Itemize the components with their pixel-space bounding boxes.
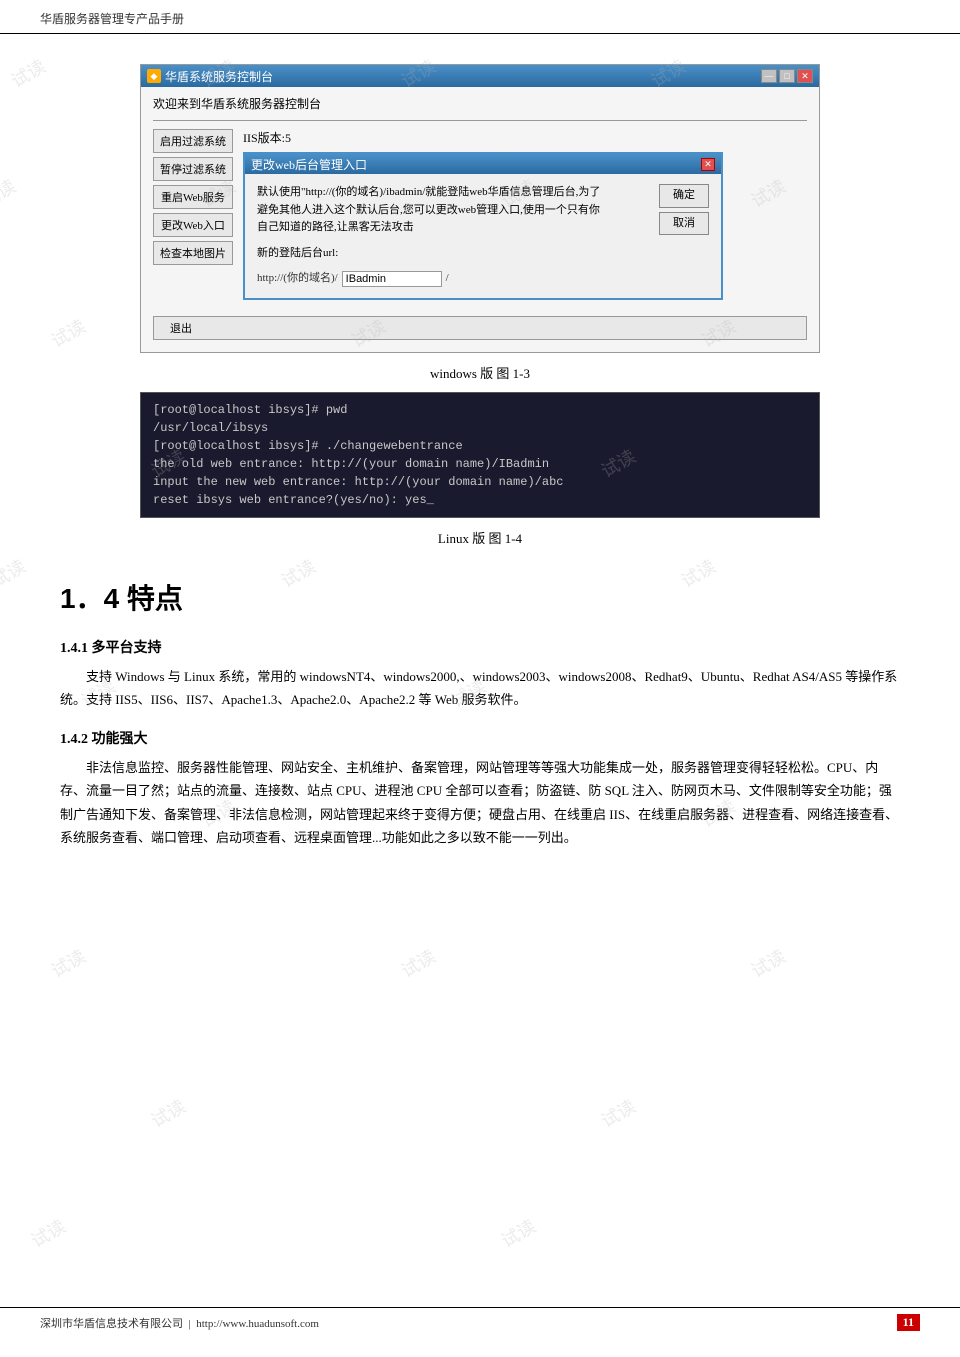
win-separator: [153, 120, 807, 121]
restart-web-btn[interactable]: 重启Web服务: [153, 185, 233, 209]
footer-company-name: 深圳市华盾信息技术有限公司: [40, 1318, 183, 1330]
url-row: 新的登陆后台url:: [257, 245, 709, 263]
subsection-141-title: 1.4.1 多平台支持: [60, 637, 900, 657]
win-controls: — □ ✕: [761, 69, 813, 83]
footer-page-number: 11: [897, 1314, 920, 1331]
watermark-23: 试读: [746, 943, 790, 984]
win-titlebar-text: 华盾系统服务控制台: [165, 68, 273, 85]
win-app-icon: ◆: [147, 69, 161, 83]
change-web-btn[interactable]: 更改Web入口: [153, 213, 233, 237]
url-prefix: http://(你的域名)/: [257, 270, 338, 288]
dialog-desc-line1: 默认使用"http://(你的域名)/ibadmin/就能登陆web华盾信息管理…: [257, 184, 651, 202]
dialog-titlebar: 更改web后台管理入口 ✕: [245, 154, 721, 174]
win-minimize-btn[interactable]: —: [761, 69, 777, 83]
url-slash: /: [446, 270, 449, 288]
url-input-field[interactable]: [342, 271, 442, 287]
dialog-ok-btn[interactable]: 确定: [659, 184, 709, 208]
linux-caption: Linux 版 图 1-4: [60, 528, 900, 547]
dialog-row: 默认使用"http://(你的域名)/ibadmin/就能登陆web华盾信息管理…: [257, 184, 709, 237]
term-line-3: [root@localhost ibsys]# ./changewebentra…: [153, 437, 807, 455]
win-titlebar-left: ◆ 华盾系统服务控制台: [147, 68, 273, 85]
iis-info: IIS版本:5: [243, 129, 807, 146]
win-close-btn[interactable]: ✕: [797, 69, 813, 83]
dialog-actions: 确定 取消: [659, 184, 709, 235]
check-images-btn[interactable]: 检查本地图片: [153, 241, 233, 265]
term-line-6: reset ibsys web entrance?(yes/no): yes_: [153, 491, 807, 509]
dialog-desc-line2: 避免其他人进入这个默认后台,您可以更改web管理入口,使用一个只有你: [257, 202, 651, 220]
main-content: ◆ 华盾系统服务控制台 — □ ✕ 欢迎来到华盾系统服务器控制台 启用过滤系统 …: [0, 34, 960, 881]
term-line-1: [root@localhost ibsys]# pwd: [153, 401, 807, 419]
subsection-141-content: 支持 Windows 与 Linux 系统，常用的 windowsNT4、win…: [60, 665, 900, 712]
dialog-desc-line3: 自己知道的路径,让黑客无法攻击: [257, 219, 651, 237]
page-header: 华盾服务器管理专产品手册: [0, 0, 960, 34]
watermark-26: 试读: [26, 1213, 70, 1254]
terminal-screenshot: [root@localhost ibsys]# pwd /usr/local/i…: [140, 392, 820, 518]
win-maximize-btn[interactable]: □: [779, 69, 795, 83]
footer-company: 深圳市华盾信息技术有限公司 | http://www.huadunsoft.co…: [40, 1315, 319, 1331]
win-body: 欢迎来到华盾系统服务器控制台 启用过滤系统 暂停过滤系统 重启Web服务 更改W…: [141, 87, 819, 352]
win-quit-row: 退出: [153, 310, 807, 340]
dialog-body: 默认使用"http://(你的域名)/ibadmin/就能登陆web华盾信息管理…: [245, 174, 721, 298]
dialog-box: 更改web后台管理入口 ✕ 默认使用"http://(你的域名)/ibadmin…: [243, 152, 723, 300]
watermark-24: 试读: [146, 1093, 190, 1134]
win-titlebar: ◆ 华盾系统服务控制台 — □ ✕: [141, 65, 819, 87]
url-input-row: http://(你的域名)/ /: [257, 270, 709, 288]
win-sidebar: 启用过滤系统 暂停过滤系统 重启Web服务 更改Web入口 检查本地图片: [153, 129, 233, 300]
term-line-5: input the new web entrance: http://(your…: [153, 473, 807, 491]
win-content-area: IIS版本:5 更改web后台管理入口 ✕ 默认使用"http://(你的域名)…: [243, 129, 807, 300]
watermark-25: 试读: [596, 1093, 640, 1134]
page-footer: 深圳市华盾信息技术有限公司 | http://www.huadunsoft.co…: [0, 1307, 960, 1337]
dialog-title-text: 更改web后台管理入口: [251, 156, 367, 173]
windows-screenshot: ◆ 华盾系统服务控制台 — □ ✕ 欢迎来到华盾系统服务器控制台 启用过滤系统 …: [140, 64, 820, 353]
dialog-description: 默认使用"http://(你的域名)/ibadmin/就能登陆web华盾信息管理…: [257, 184, 651, 237]
footer-website: http://www.huadunsoft.com: [196, 1318, 319, 1330]
watermark-27: 试读: [496, 1213, 540, 1254]
dialog-close-btn[interactable]: ✕: [701, 158, 715, 171]
watermark-21: 试读: [46, 943, 90, 984]
quit-btn[interactable]: 退出: [153, 316, 807, 340]
term-line-4: the old web entrance: http://(your domai…: [153, 455, 807, 473]
enable-filter-btn[interactable]: 启用过滤系统: [153, 129, 233, 153]
dialog-cancel-btn[interactable]: 取消: [659, 212, 709, 236]
subsection-142-content: 非法信息监控、服务器性能管理、网站安全、主机维护、备案管理，网站管理等等强大功能…: [60, 756, 900, 850]
header-title: 华盾服务器管理专产品手册: [40, 12, 184, 26]
watermark-22: 试读: [396, 943, 440, 984]
term-line-2: /usr/local/ibsys: [153, 419, 807, 437]
subsection-142-title: 1.4.2 功能强大: [60, 728, 900, 748]
new-url-label: 新的登陆后台url:: [257, 245, 338, 263]
section-14-heading: 1．4 特点: [60, 577, 900, 617]
windows-caption: windows 版 图 1-3: [60, 363, 900, 382]
disable-filter-btn[interactable]: 暂停过滤系统: [153, 157, 233, 181]
win-main-row: 启用过滤系统 暂停过滤系统 重启Web服务 更改Web入口 检查本地图片 IIS…: [153, 129, 807, 300]
win-welcome-text: 欢迎来到华盾系统服务器控制台: [153, 95, 807, 112]
